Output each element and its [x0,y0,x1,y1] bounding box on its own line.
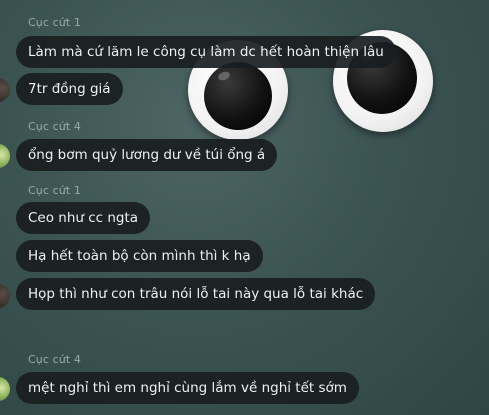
sender-avatar[interactable] [0,284,10,308]
message-bubble[interactable]: mệt nghỉ thì em nghỉ cùng lắm về nghỉ tế… [16,372,359,404]
sender-avatar[interactable] [0,144,10,168]
message-bubble[interactable]: ổng bơm quỷ lương dư về túi ổng á [16,139,278,171]
sender-name: Cục cứt 1 [28,16,81,29]
message-bubble[interactable]: Làm mà cứ lăm le công cụ làm dc hết hoàn… [16,36,396,68]
sender-avatar[interactable] [0,377,10,401]
sender-name: Cục cứt 1 [28,184,81,197]
message-bubble[interactable]: Họp thì như con trâu nói lỗ tai này qua … [16,278,376,310]
message-bubble[interactable]: Ceo như cc ngta [16,202,151,234]
sender-name: Cục cứt 4 [28,120,81,133]
message-bubble[interactable]: Hạ hết toàn bộ còn mình thì k hạ [16,240,263,272]
pupil-left [204,62,272,130]
message-bubble[interactable]: 7tr đồng giá [16,73,123,105]
sender-avatar[interactable] [0,78,10,102]
sender-name: Cục cứt 4 [28,353,81,366]
